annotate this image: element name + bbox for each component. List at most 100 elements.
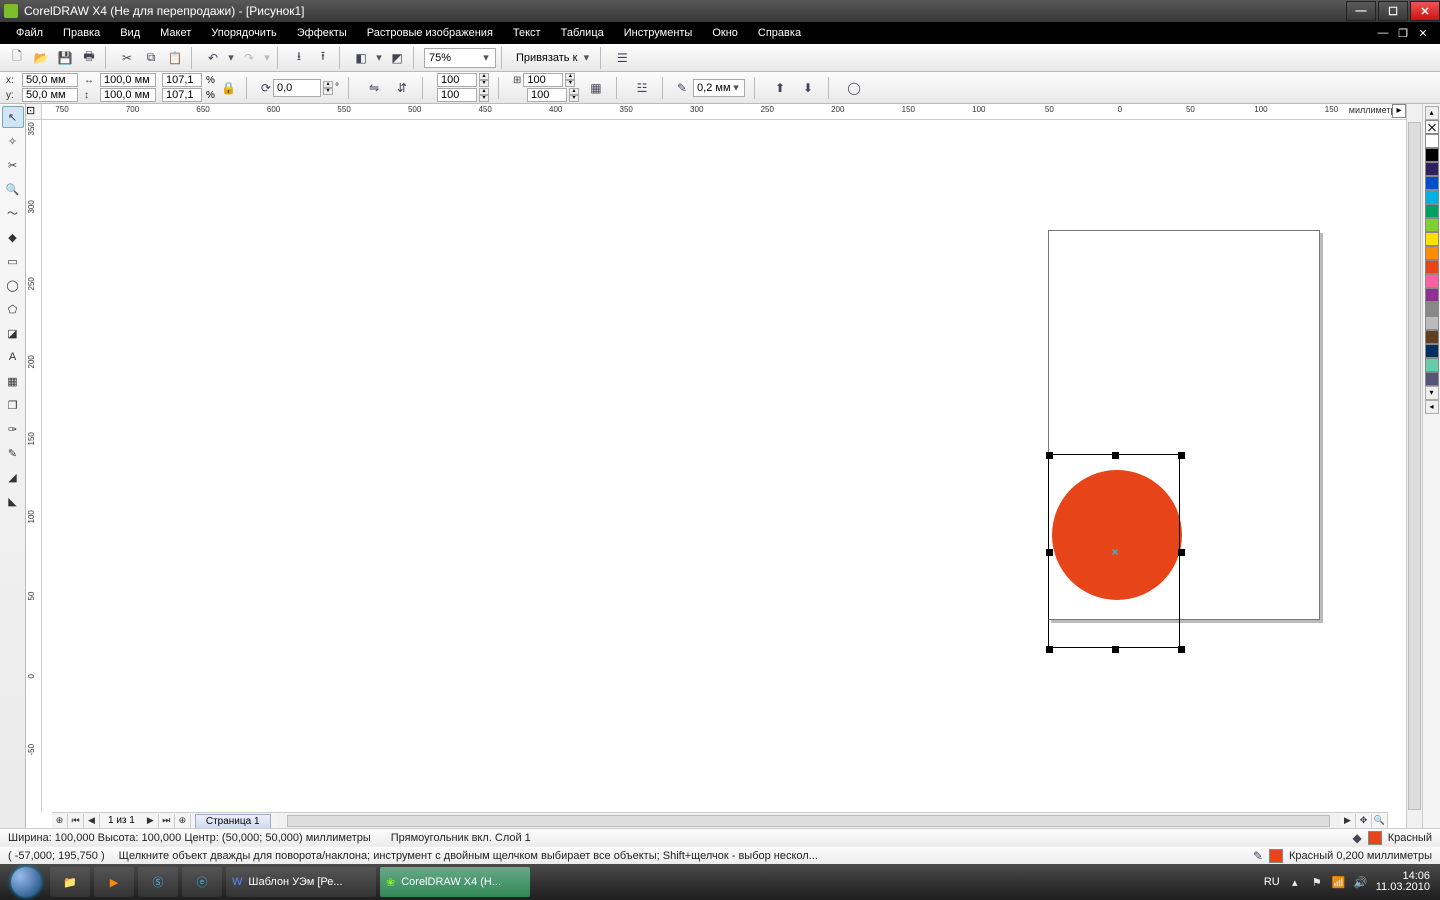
- tray-network-icon[interactable]: 📶: [1332, 875, 1346, 889]
- color-swatch[interactable]: [1425, 274, 1439, 288]
- outline-tool[interactable]: ✎: [2, 442, 24, 464]
- rotation-field[interactable]: 0,0: [273, 79, 321, 97]
- horizontal-scrollbar[interactable]: [277, 814, 1340, 828]
- taskbar-skype[interactable]: Ⓢ: [138, 867, 178, 897]
- dup-x-spinner[interactable]: ▴▾: [479, 73, 489, 87]
- app-launcher-dropdown[interactable]: ▾: [374, 51, 384, 64]
- palette-flyout-button[interactable]: ◂: [1425, 400, 1439, 414]
- palette-scroll-down[interactable]: ▾: [1425, 386, 1439, 400]
- undo-button[interactable]: ↶: [202, 47, 224, 69]
- mdi-restore-button[interactable]: ❐: [1396, 27, 1410, 40]
- taskbar-corel-window[interactable]: ❀CorelDRAW X4 (Н...: [380, 867, 530, 897]
- quick-pan-button[interactable]: ✥: [1356, 814, 1372, 828]
- ellipse-tool[interactable]: ◯: [2, 274, 24, 296]
- width-field[interactable]: 100,0 мм: [100, 73, 156, 87]
- welcome-button[interactable]: ◩: [386, 47, 408, 69]
- copy-button[interactable]: ⧉: [140, 47, 162, 69]
- nudge-y-field[interactable]: 100: [527, 88, 567, 102]
- tray-clock[interactable]: 14:06 11.03.2010: [1376, 871, 1430, 893]
- selection-handle[interactable]: [1046, 549, 1053, 556]
- height-field[interactable]: 100,0 мм: [100, 88, 156, 102]
- save-button[interactable]: 💾: [54, 47, 76, 69]
- color-swatch[interactable]: [1425, 288, 1439, 302]
- interactive-fill-tool[interactable]: ◣: [2, 490, 24, 512]
- ruler-origin-button[interactable]: ⊡: [26, 104, 42, 120]
- palette-scroll-up[interactable]: ▴: [1425, 106, 1439, 120]
- to-front-button[interactable]: ⬆: [769, 77, 791, 99]
- page-tab[interactable]: Страница 1: [195, 814, 271, 828]
- freehand-tool[interactable]: ～: [2, 202, 24, 224]
- color-swatch[interactable]: [1425, 358, 1439, 372]
- drawing-canvas[interactable]: ×: [42, 120, 1406, 812]
- pick-tool[interactable]: ↖: [2, 106, 24, 128]
- fill-color-swatch[interactable]: [1368, 831, 1382, 845]
- input-language[interactable]: RU: [1264, 876, 1280, 888]
- app-launcher-button[interactable]: ◧: [350, 47, 372, 69]
- add-page-after-button[interactable]: ⊕: [175, 814, 191, 828]
- selection-handle[interactable]: [1178, 549, 1185, 556]
- last-page-button[interactable]: ⏭: [159, 814, 175, 828]
- nudge-y-spinner[interactable]: ▴▾: [569, 88, 579, 102]
- menu-text[interactable]: Текст: [503, 24, 551, 42]
- selection-handle[interactable]: [1112, 452, 1119, 459]
- vertical-ruler[interactable]: 350300250200150100500-50: [26, 120, 42, 812]
- new-button[interactable]: 🗋: [6, 47, 28, 69]
- shape-tool[interactable]: ✧: [2, 130, 24, 152]
- menu-bitmaps[interactable]: Растровые изображения: [357, 24, 503, 42]
- convert-curves-button[interactable]: ◯: [843, 77, 865, 99]
- menu-table[interactable]: Таблица: [551, 24, 614, 42]
- add-page-button[interactable]: ⊕: [52, 814, 68, 828]
- menu-help[interactable]: Справка: [748, 24, 811, 42]
- print-button[interactable]: 🖶: [78, 47, 100, 69]
- dup-y-spinner[interactable]: ▴▾: [479, 88, 489, 102]
- dup-x-field[interactable]: 100: [437, 73, 477, 87]
- wrap-text-button[interactable]: ☳: [631, 77, 653, 99]
- color-swatch[interactable]: [1425, 302, 1439, 316]
- first-page-button[interactable]: ⏮: [68, 814, 84, 828]
- taskbar-ie[interactable]: ⓔ: [182, 867, 222, 897]
- horizontal-ruler[interactable]: миллиметры 75070065060055050045040035030…: [42, 104, 1406, 120]
- vertical-scrollbar[interactable]: [1406, 104, 1422, 828]
- color-swatch[interactable]: [1425, 246, 1439, 260]
- start-button[interactable]: [4, 866, 48, 898]
- tray-flag-icon[interactable]: ⚑: [1310, 875, 1324, 889]
- x-position-field[interactable]: 50,0 мм: [22, 73, 78, 87]
- rotation-spinner[interactable]: ▴▾: [323, 81, 333, 95]
- color-swatch[interactable]: [1425, 316, 1439, 330]
- paste-button[interactable]: 📋: [164, 47, 186, 69]
- zoom-tool[interactable]: 🔍: [2, 178, 24, 200]
- color-swatch[interactable]: [1425, 330, 1439, 344]
- color-swatch[interactable]: [1425, 218, 1439, 232]
- mdi-minimize-button[interactable]: —: [1376, 27, 1390, 40]
- redo-button[interactable]: ↷: [238, 47, 260, 69]
- zoom-fit-button[interactable]: 🔍: [1372, 814, 1388, 828]
- polygon-tool[interactable]: ⬠: [2, 298, 24, 320]
- tray-show-hidden[interactable]: ▴: [1288, 875, 1302, 889]
- units-button[interactable]: ▦: [585, 77, 607, 99]
- menu-arrange[interactable]: Упорядочить: [201, 24, 286, 42]
- interactive-tool[interactable]: ❐: [2, 394, 24, 416]
- taskbar-explorer[interactable]: 📁: [50, 867, 90, 897]
- menu-effects[interactable]: Эффекты: [287, 24, 357, 42]
- selection-handle[interactable]: [1178, 452, 1185, 459]
- mdi-close-button[interactable]: ✕: [1416, 27, 1430, 40]
- import-button[interactable]: ⭳: [288, 47, 310, 69]
- nudge-x-spinner[interactable]: ▴▾: [565, 73, 575, 87]
- selection-handle[interactable]: [1046, 452, 1053, 459]
- table-tool[interactable]: ▦: [2, 370, 24, 392]
- color-swatch[interactable]: [1425, 372, 1439, 386]
- snap-dropdown[interactable]: ▾: [581, 51, 591, 64]
- menu-view[interactable]: Вид: [110, 24, 150, 42]
- menu-edit[interactable]: Правка: [53, 24, 110, 42]
- mirror-h-button[interactable]: ⇋: [363, 77, 385, 99]
- taskbar-media[interactable]: ▶: [94, 867, 134, 897]
- menu-file[interactable]: Файл: [6, 24, 53, 42]
- basic-shapes-tool[interactable]: ◪: [2, 322, 24, 344]
- smart-fill-tool[interactable]: ◆: [2, 226, 24, 248]
- lock-ratio-button[interactable]: 🔒: [221, 74, 237, 102]
- undo-dropdown[interactable]: ▾: [226, 51, 236, 64]
- export-button[interactable]: ⭱: [312, 47, 334, 69]
- taskbar-word-window[interactable]: WШаблон УЭм [Ре...: [226, 867, 376, 897]
- color-swatch[interactable]: [1425, 344, 1439, 358]
- prev-page-button[interactable]: ◀: [84, 814, 100, 828]
